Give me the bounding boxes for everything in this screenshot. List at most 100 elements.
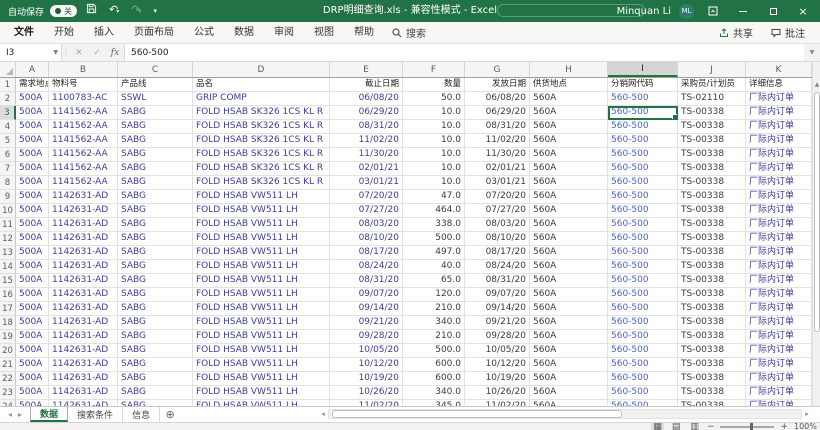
cell-F12[interactable]: 500.0 [403, 232, 465, 246]
cell-E16[interactable]: 09/07/20 [330, 288, 403, 302]
sheet-tab-3[interactable]: 信息 [123, 407, 160, 422]
cell-E1[interactable]: 截止日期 [330, 78, 403, 92]
column-header-E[interactable]: E [330, 62, 403, 77]
cell-C5[interactable]: SABG [118, 134, 193, 148]
cell-J15[interactable]: TS-00338 [678, 274, 746, 288]
cell-C18[interactable]: SABG [118, 316, 193, 330]
cell-I1[interactable]: 分销网代码 [608, 78, 678, 92]
cell-F3[interactable]: 10.0 [403, 106, 465, 120]
cell-H10[interactable]: 560A [530, 204, 608, 218]
cell-K19[interactable]: 厂际内订单 [746, 330, 812, 344]
cell-G3[interactable]: 06/29/20 [465, 106, 530, 120]
cell-E9[interactable]: 07/20/20 [330, 190, 403, 204]
cell-G21[interactable]: 10/12/20 [465, 358, 530, 372]
cell-D15[interactable]: FOLD HSAB VW511 LH [193, 274, 330, 288]
customize-quick-access-icon[interactable]: ▾ [150, 0, 160, 22]
cell-F13[interactable]: 497.0 [403, 246, 465, 260]
cell-C7[interactable]: SABG [118, 162, 193, 176]
cell-B1[interactable]: 物料号 [49, 78, 118, 92]
cell-I4[interactable]: 560-500 [608, 120, 678, 134]
column-header-C[interactable]: C [118, 62, 193, 77]
cell-H15[interactable]: 560A [530, 274, 608, 288]
horizontal-scrollbar[interactable]: ◂ ▸ [318, 408, 812, 420]
cell-J4[interactable]: TS-00338 [678, 120, 746, 134]
cell-C9[interactable]: SABG [118, 190, 193, 204]
page-layout-view-button[interactable]: ▤ [670, 423, 683, 430]
cell-F10[interactable]: 464.0 [403, 204, 465, 218]
cell-D6[interactable]: FOLD HSAB SK326 1CS KL R [193, 148, 330, 162]
cell-A5[interactable]: 500A [16, 134, 49, 148]
cell-B11[interactable]: 1142631-AD [49, 218, 118, 232]
cell-E4[interactable]: 08/31/20 [330, 120, 403, 134]
cell-I8[interactable]: 560-500 [608, 176, 678, 190]
cell-H9[interactable]: 560A [530, 190, 608, 204]
cell-I2[interactable]: 560-500 [608, 92, 678, 106]
cell-G13[interactable]: 08/17/20 [465, 246, 530, 260]
cell-G14[interactable]: 08/24/20 [465, 260, 530, 274]
zoom-slider[interactable] [720, 426, 774, 428]
cell-B2[interactable]: 1100783-AC [49, 92, 118, 106]
cell-B21[interactable]: 1142631-AD [49, 358, 118, 372]
cell-G16[interactable]: 09/07/20 [465, 288, 530, 302]
cell-I20[interactable]: 560-500 [608, 344, 678, 358]
cell-H12[interactable]: 560A [530, 232, 608, 246]
cell-J19[interactable]: TS-00338 [678, 330, 746, 344]
cell-D8[interactable]: FOLD HSAB SK326 1CS KL R [193, 176, 330, 190]
zoom-out-button[interactable]: − [707, 423, 715, 430]
cell-C15[interactable]: SABG [118, 274, 193, 288]
name-box-dropdown-icon[interactable]: ▼ [53, 49, 58, 56]
cell-D12[interactable]: FOLD HSAB VW511 LH [193, 232, 330, 246]
cell-F7[interactable]: 10.0 [403, 162, 465, 176]
cell-B13[interactable]: 1142631-AD [49, 246, 118, 260]
cell-D3[interactable]: FOLD HSAB SK326 1CS KL R [193, 106, 330, 120]
cell-K3[interactable]: 厂际内订单 [746, 106, 812, 120]
user-name[interactable]: Minquan Li [617, 6, 671, 17]
row-header-19[interactable]: 19 [0, 330, 16, 344]
row-header-6[interactable]: 6 [0, 148, 16, 162]
horizontal-scrollbar-thumb[interactable] [332, 410, 622, 418]
cell-H14[interactable]: 560A [530, 260, 608, 274]
cell-J9[interactable]: TS-00338 [678, 190, 746, 204]
cell-D16[interactable]: FOLD HSAB VW511 LH [193, 288, 330, 302]
name-box[interactable]: I3 ▼ [0, 44, 62, 61]
cell-K11[interactable]: 厂际内订单 [746, 218, 812, 232]
cell-I21[interactable]: 560-500 [608, 358, 678, 372]
cell-I11[interactable]: 560-500 [608, 218, 678, 232]
cell-B4[interactable]: 1141562-AA [49, 120, 118, 134]
row-header-8[interactable]: 8 [0, 176, 16, 190]
cell-A12[interactable]: 500A [16, 232, 49, 246]
avatar[interactable]: ML [679, 4, 694, 19]
cell-C3[interactable]: SABG [118, 106, 193, 120]
cell-A4[interactable]: 500A [16, 120, 49, 134]
cell-H19[interactable]: 560A [530, 330, 608, 344]
cell-J13[interactable]: TS-00338 [678, 246, 746, 260]
cell-J22[interactable]: TS-00338 [678, 372, 746, 386]
cell-E12[interactable]: 08/10/20 [330, 232, 403, 246]
insert-function-button[interactable]: fx [106, 44, 124, 61]
cell-J7[interactable]: TS-00338 [678, 162, 746, 176]
scroll-left-icon[interactable]: ◂ [318, 410, 328, 418]
cell-H20[interactable]: 560A [530, 344, 608, 358]
cell-E11[interactable]: 08/03/20 [330, 218, 403, 232]
cell-J10[interactable]: TS-00338 [678, 204, 746, 218]
cell-A16[interactable]: 500A [16, 288, 49, 302]
cell-J8[interactable]: TS-00338 [678, 176, 746, 190]
row-header-20[interactable]: 20 [0, 344, 16, 358]
sheet-nav-left-icon[interactable]: ◂ [8, 410, 12, 419]
cell-E18[interactable]: 09/21/20 [330, 316, 403, 330]
zoom-level[interactable]: 100% [794, 422, 820, 430]
normal-view-button[interactable]: ▦ [651, 423, 664, 430]
page-break-view-button[interactable]: ▥ [688, 423, 701, 430]
scroll-up-icon[interactable]: ▲ [813, 80, 820, 90]
cell-E22[interactable]: 10/19/20 [330, 372, 403, 386]
cell-F20[interactable]: 500.0 [403, 344, 465, 358]
row-header-23[interactable]: 23 [0, 386, 16, 400]
scroll-right-icon[interactable]: ▸ [802, 410, 812, 418]
row-header-10[interactable]: 10 [0, 204, 16, 218]
cell-K6[interactable]: 厂际内订单 [746, 148, 812, 162]
cell-J2[interactable]: TS-02110 [678, 92, 746, 106]
cell-K15[interactable]: 厂际内订单 [746, 274, 812, 288]
cell-H5[interactable]: 560A [530, 134, 608, 148]
select-all-corner[interactable] [0, 62, 16, 77]
cell-H1[interactable]: 供货地点 [530, 78, 608, 92]
